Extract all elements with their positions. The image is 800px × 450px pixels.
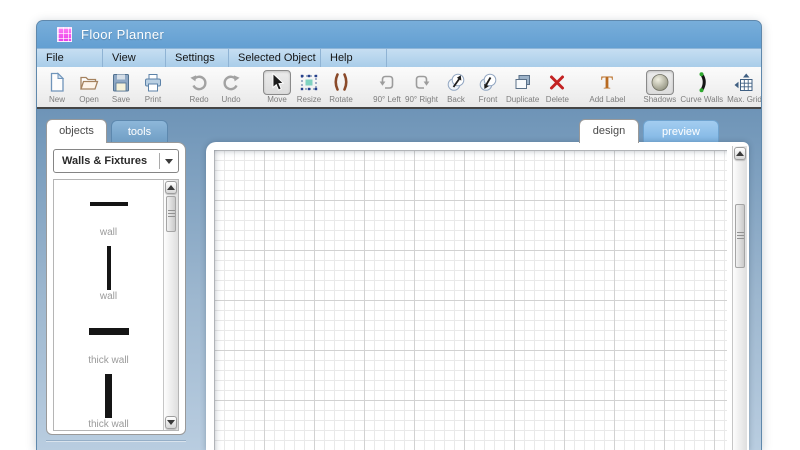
rotate-icon (327, 70, 355, 95)
panel-resize-divider[interactable] (46, 440, 186, 442)
scroll-up-button[interactable] (734, 147, 746, 160)
chevron-down-icon (165, 159, 173, 164)
arrow-down-icon (167, 420, 175, 425)
scroll-down-button[interactable] (165, 416, 177, 429)
tab-design[interactable]: design (579, 119, 639, 143)
scrollbar-thumb[interactable] (166, 196, 176, 232)
open-folder-icon (75, 70, 103, 95)
svg-text:T: T (601, 73, 613, 93)
thick-wall-vertical-thumbnail (54, 372, 163, 419)
toolbar: New Open Save (37, 67, 761, 109)
new-button[interactable]: New (43, 70, 71, 104)
canvas-scrollbar[interactable] (732, 146, 747, 450)
arrow-up-icon (167, 185, 175, 190)
open-button[interactable]: Open (75, 70, 103, 104)
list-item-thick-wall-horizontal[interactable]: thick wall (54, 308, 163, 372)
arrow-up-icon (736, 151, 744, 156)
resize-icon (295, 70, 323, 95)
delete-x-icon (543, 70, 571, 95)
bring-front-button[interactable]: Front (474, 70, 502, 104)
menu-view[interactable]: View (103, 49, 166, 67)
objects-list-scrollbar[interactable] (163, 180, 178, 430)
objects-panel: Walls & Fixtures wall (46, 142, 186, 435)
add-label-text-icon: T (593, 70, 621, 95)
max-grid-icon (730, 70, 758, 95)
curve-walls-icon (688, 70, 716, 95)
thick-wall-vertical-icon (105, 374, 112, 418)
max-grid-button[interactable]: Max. Grid (727, 70, 762, 104)
curve-walls-button[interactable]: Curve Walls (680, 70, 723, 104)
app-logo-grid-icon (57, 27, 72, 42)
design-canvas-panel (206, 142, 749, 450)
front-icon (474, 70, 502, 95)
duplicate-icon (509, 70, 537, 95)
list-item-wall-vertical[interactable]: wall (54, 244, 163, 308)
rotate-right-icon (408, 70, 436, 95)
rotate-90-left-button[interactable]: 90° Left (373, 70, 401, 104)
app-window: Floor Planner File View Settings Selecte… (36, 20, 762, 450)
menu-help[interactable]: Help (321, 49, 387, 67)
menu-settings[interactable]: Settings (166, 49, 229, 67)
rotate-left-icon (373, 70, 401, 95)
scroll-up-button[interactable] (165, 181, 177, 194)
duplicate-button[interactable]: Duplicate (506, 70, 539, 104)
app-title: Floor Planner (81, 27, 164, 42)
menu-selected-object[interactable]: Selected Object (229, 49, 321, 67)
redo-button[interactable]: Redo (185, 70, 213, 104)
wall-vertical-icon (107, 246, 111, 290)
redo-icon (185, 70, 213, 95)
rotate-button[interactable]: Rotate (327, 70, 355, 104)
add-label-button[interactable]: T Add Label (589, 70, 625, 104)
print-button[interactable]: Print (139, 70, 167, 104)
wall-horizontal-thumbnail (54, 180, 163, 227)
move-button[interactable]: Move (263, 70, 291, 104)
shadows-icon (646, 70, 674, 95)
menu-file[interactable]: File (37, 49, 103, 67)
thumb-grip-icon (737, 232, 744, 240)
shadows-toggle-button[interactable]: Shadows (643, 70, 676, 104)
category-dropdown[interactable]: Walls & Fixtures (53, 149, 179, 173)
rotate-90-right-button[interactable]: 90° Right (405, 70, 438, 104)
thumb-grip-icon (168, 210, 175, 218)
menu-bar-filler (387, 49, 761, 67)
list-item-wall-horizontal[interactable]: wall (54, 180, 163, 244)
objects-list-viewport: wall wall thick wall (54, 180, 163, 430)
save-button[interactable]: Save (107, 70, 135, 104)
send-back-button[interactable]: Back (442, 70, 470, 104)
wall-horizontal-icon (90, 202, 128, 206)
title-bar: Floor Planner (37, 21, 761, 48)
scrollbar-thumb[interactable] (735, 204, 745, 268)
tab-tools[interactable]: tools (111, 120, 168, 143)
resize-button[interactable]: Resize (295, 70, 323, 104)
save-floppy-icon (107, 70, 135, 95)
move-cursor-icon (263, 70, 291, 95)
undo-button[interactable]: Undo (217, 70, 245, 104)
back-icon (442, 70, 470, 95)
tab-preview[interactable]: preview (643, 120, 719, 143)
wall-vertical-thumbnail (54, 244, 163, 291)
undo-icon (217, 70, 245, 95)
menu-bar: File View Settings Selected Object Help (37, 48, 761, 67)
category-dropdown-value: Walls & Fixtures (54, 155, 159, 167)
workspace: objects tools Walls & Fixtures wall (37, 109, 761, 450)
dropdown-arrow-button[interactable] (160, 159, 178, 164)
thick-wall-horizontal-thumbnail (54, 308, 163, 355)
objects-list: wall wall thick wall (53, 179, 179, 431)
new-document-icon (43, 70, 71, 95)
floor-plan-grid[interactable] (214, 150, 727, 450)
list-item-thick-wall-vertical[interactable]: thick wall (54, 372, 163, 430)
print-icon (139, 70, 167, 95)
tab-objects[interactable]: objects (46, 119, 107, 143)
thick-wall-horizontal-icon (89, 328, 129, 335)
delete-button[interactable]: Delete (543, 70, 571, 104)
